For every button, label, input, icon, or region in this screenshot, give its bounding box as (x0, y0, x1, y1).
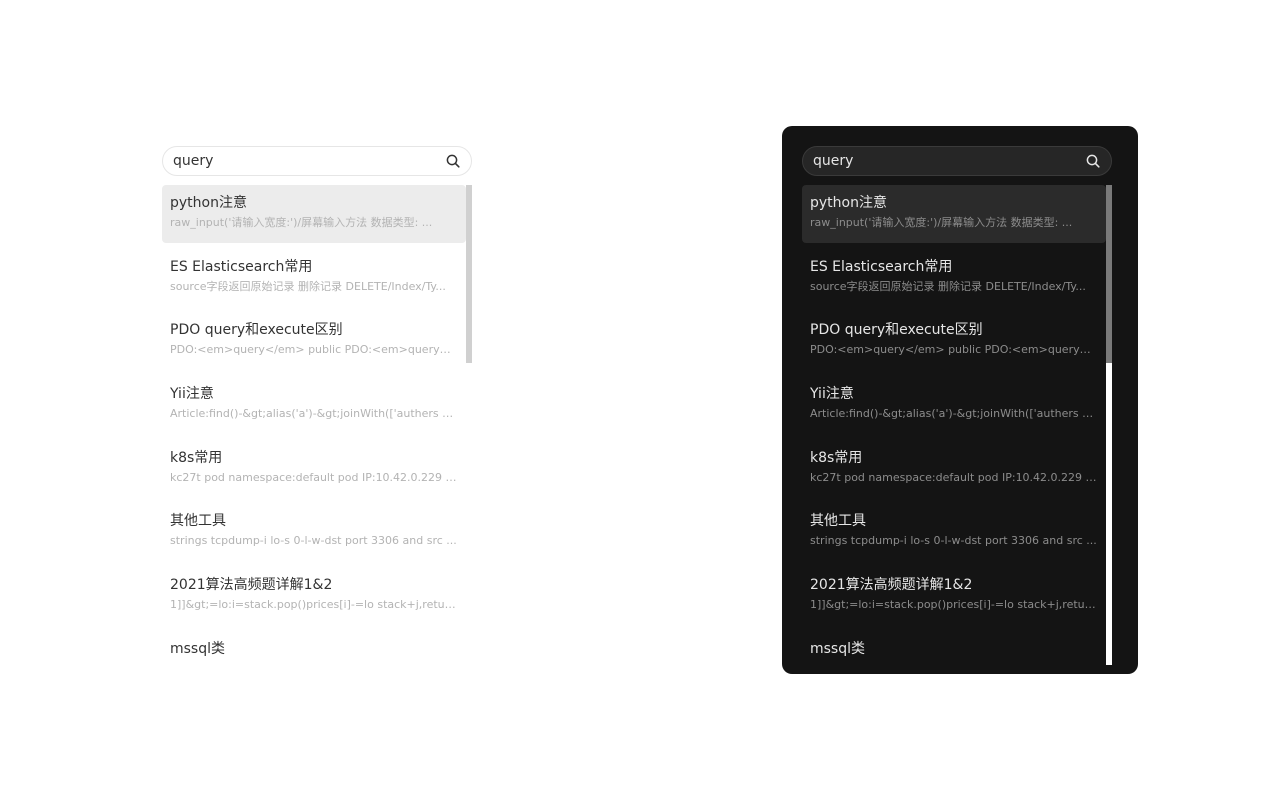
result-title: PDO query和execute区别 (170, 322, 343, 339)
search-panel-light: python注意 raw_input('请输入宽度:')/屏幕输入方法 数据类型… (154, 138, 480, 668)
result-title: 其他工具 (810, 513, 866, 530)
result-item[interactable]: python注意 raw_input('请输入宽度:')/屏幕输入方法 数据类型… (162, 185, 466, 243)
result-snippet: 1]]&gt;=lo:i=stack.pop()prices[i]-=lo st… (810, 598, 1098, 612)
result-title: ES Elasticsearch常用 (810, 258, 953, 275)
result-title: 2021算法高频题详解1&2 (170, 577, 333, 594)
result-item[interactable]: 2021算法高频题详解1&2 1]]&gt;=lo:i=stack.pop()p… (162, 567, 466, 625)
result-item[interactable]: k8s常用 kc27t pod namespace:default pod IP… (802, 440, 1106, 498)
result-snippet: kc27t pod namespace:default pod IP:10.42… (170, 470, 458, 484)
result-snippet: strings tcpdump-i lo-s 0-l-w-dst port 33… (810, 534, 1097, 548)
results-list: python注意 raw_input('请输入宽度:')/屏幕输入方法 数据类型… (802, 185, 1106, 665)
result-item[interactable]: PDO query和execute区别 PDO:<em>query</em> p… (162, 312, 466, 370)
search-panel-dark: python注意 raw_input('请输入宽度:')/屏幕输入方法 数据类型… (782, 126, 1138, 674)
result-item[interactable]: ES Elasticsearch常用 source字段返回原始记录 删除记录 D… (162, 249, 466, 307)
result-snippet: raw_input('请输入宽度:')/屏幕输入方法 数据类型: ... (170, 216, 433, 229)
result-title: k8s常用 (170, 449, 223, 466)
result-title: ES Elasticsearch常用 (170, 258, 313, 275)
result-snippet: strings tcpdump-i lo-s 0-l-w-dst port 33… (170, 534, 457, 548)
result-title: python注意 (170, 195, 247, 211)
result-item[interactable]: Yii注意 Article:find()-&gt;alias('a')-&gt;… (802, 376, 1106, 434)
search-bar (162, 146, 472, 176)
result-title: mssql类 (810, 640, 866, 657)
result-item[interactable]: Yii注意 Article:find()-&gt;alias('a')-&gt;… (162, 376, 466, 434)
result-title: PDO query和execute区别 (810, 322, 983, 339)
scrollbar[interactable] (1106, 185, 1112, 665)
result-title: Yii注意 (170, 386, 214, 403)
result-title: mssql类 (170, 640, 226, 657)
scrollbar-thumb[interactable] (1106, 185, 1112, 363)
result-title: python注意 (810, 195, 887, 211)
result-snippet: source字段返回原始记录 删除记录 DELETE/Index/Ty... (170, 279, 446, 293)
search-input[interactable] (813, 151, 1085, 171)
result-snippet: PDO:<em>query</em> public PDO:<em>query<… (170, 343, 458, 357)
result-snippet: kc27t pod namespace:default pod IP:10.42… (810, 470, 1098, 484)
result-item[interactable]: python注意 raw_input('请输入宽度:')/屏幕输入方法 数据类型… (802, 185, 1106, 243)
result-item[interactable]: k8s常用 kc27t pod namespace:default pod IP… (162, 440, 466, 498)
result-snippet: source字段返回原始记录 删除记录 DELETE/Index/Ty... (810, 279, 1086, 293)
result-title: Yii注意 (810, 386, 854, 403)
search-icon[interactable] (445, 153, 461, 169)
search-bar (802, 146, 1112, 176)
result-item[interactable]: ES Elasticsearch常用 source字段返回原始记录 删除记录 D… (802, 249, 1106, 307)
result-title: 其他工具 (170, 513, 226, 530)
result-item[interactable]: 其他工具 strings tcpdump-i lo-s 0-l-w-dst po… (162, 503, 466, 561)
scrollbar[interactable] (466, 185, 472, 665)
result-item[interactable]: 2021算法高频题详解1&2 1]]&gt;=lo:i=stack.pop()p… (802, 567, 1106, 625)
result-snippet: Article:find()-&gt;alias('a')-&gt;joinWi… (170, 407, 458, 421)
result-snippet: Article:find()-&gt;alias('a')-&gt;joinWi… (810, 407, 1098, 421)
scrollbar-thumb[interactable] (466, 185, 472, 363)
result-item[interactable]: 其他工具 strings tcpdump-i lo-s 0-l-w-dst po… (802, 503, 1106, 561)
result-snippet: 1]]&gt;=lo:i=stack.pop()prices[i]-=lo st… (170, 598, 458, 612)
search-icon[interactable] (1085, 153, 1101, 169)
result-title: k8s常用 (810, 449, 863, 466)
results-list: python注意 raw_input('请输入宽度:')/屏幕输入方法 数据类型… (162, 185, 466, 665)
search-input[interactable] (173, 151, 445, 171)
result-title: 2021算法高频题详解1&2 (810, 577, 973, 594)
result-snippet: PDO:<em>query</em> public PDO:<em>query<… (810, 343, 1098, 357)
result-snippet: raw_input('请输入宽度:')/屏幕输入方法 数据类型: ... (810, 216, 1073, 229)
result-item[interactable]: mssql类 (162, 631, 466, 665)
result-item[interactable]: mssql类 (802, 631, 1106, 665)
result-item[interactable]: PDO query和execute区别 PDO:<em>query</em> p… (802, 312, 1106, 370)
